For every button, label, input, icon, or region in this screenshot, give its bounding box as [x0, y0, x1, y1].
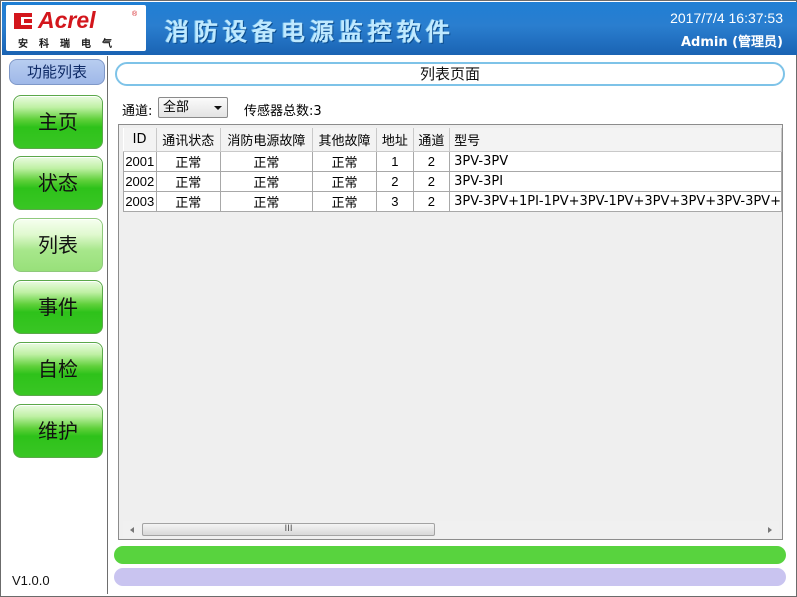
- company-logo: Acrel ® 安科瑞电气: [6, 5, 146, 51]
- acrel-logo-icon: [14, 13, 32, 29]
- cell-other-fault: 正常: [311, 150, 378, 172]
- cell-comm-status: 正常: [155, 170, 221, 192]
- app-header: Acrel ® 安科瑞电气 消防设备电源监控软件 2017/7/4 16:37:…: [2, 2, 797, 55]
- channel-select[interactable]: 全部: [158, 97, 228, 118]
- column-header-comm-status[interactable]: 通讯状态: [156, 128, 221, 152]
- cell-id: 2001: [123, 150, 157, 172]
- logo-chinese-text: 安科瑞电气: [18, 39, 123, 50]
- column-header-model[interactable]: 型号: [449, 128, 782, 152]
- nav-list-button[interactable]: 列表: [13, 218, 103, 272]
- sidebar-title: 功能列表: [9, 59, 105, 85]
- status-bar-green: [114, 546, 786, 564]
- cell-id: 2002: [123, 170, 157, 192]
- nav-status-button[interactable]: 状态: [13, 156, 103, 210]
- cell-channel: 2: [412, 190, 451, 212]
- column-header-id[interactable]: ID: [123, 128, 157, 152]
- app-window: Acrel ® 安科瑞电气 消防设备电源监控软件 2017/7/4 16:37:…: [0, 0, 797, 597]
- scroll-left-arrow-icon[interactable]: [130, 527, 134, 533]
- cell-other-fault: 正常: [311, 170, 378, 192]
- cell-comm-status: 正常: [155, 190, 221, 212]
- cell-address: 1: [376, 150, 414, 172]
- scroll-right-arrow-icon[interactable]: [768, 527, 772, 533]
- app-title: 消防设备电源监控软件: [165, 17, 455, 46]
- table-header-row: ID 通讯状态 消防电源故障 其他故障 地址 通道 型号: [123, 128, 782, 152]
- cell-channel: 2: [412, 170, 451, 192]
- sensor-total-count: 传感器总数:3: [244, 104, 322, 119]
- table-row[interactable]: 2001 正常 正常 正常 1 2 3PV-3PV: [123, 150, 782, 172]
- cell-model: 3PV-3PV: [449, 150, 782, 172]
- column-header-power-fault[interactable]: 消防电源故障: [220, 128, 313, 152]
- cell-model: 3PV-3PI: [449, 170, 782, 192]
- cell-model: 3PV-3PV+1PI-1PV+3PV-1PV+3PV+3PV+3PV-3PV+: [449, 190, 782, 212]
- sensor-table-container: ID 通讯状态 消防电源故障 其他故障 地址 通道 型号 2001 正常 正常 …: [118, 124, 783, 540]
- cell-comm-status: 正常: [155, 150, 221, 172]
- channel-filter-label: 通道:: [122, 104, 153, 119]
- table-row[interactable]: 2002 正常 正常 正常 2 2 3PV-3PI: [123, 170, 782, 192]
- version-label: V1.0.0: [12, 573, 50, 588]
- logo-text: Acrel: [38, 7, 96, 33]
- cell-address: 2: [376, 170, 414, 192]
- status-bar-lavender: [114, 568, 786, 586]
- cell-channel: 2: [412, 150, 451, 172]
- current-user: Admin (管理员): [680, 35, 783, 50]
- scrollbar-thumb[interactable]: III: [142, 523, 435, 536]
- cell-id: 2003: [123, 190, 157, 212]
- channel-select-value: 全部: [163, 100, 190, 115]
- nav-events-button[interactable]: 事件: [13, 280, 103, 334]
- nav-selftest-button[interactable]: 自检: [13, 342, 103, 396]
- filter-row: 通道: 全部 传感器总数:3: [122, 97, 782, 119]
- dropdown-arrow-icon: [214, 106, 222, 110]
- horizontal-scrollbar[interactable]: III: [123, 521, 779, 538]
- logo-registered-mark: ®: [132, 11, 138, 18]
- cell-power-fault: 正常: [219, 190, 313, 212]
- current-datetime: 2017/7/4 16:37:53: [670, 10, 783, 26]
- column-header-other-fault[interactable]: 其他故障: [312, 128, 378, 152]
- cell-power-fault: 正常: [219, 170, 313, 192]
- nav-maintenance-button[interactable]: 维护: [13, 404, 103, 458]
- column-header-channel[interactable]: 通道: [413, 128, 451, 152]
- page-title: 列表页面: [115, 62, 785, 86]
- cell-other-fault: 正常: [311, 190, 378, 212]
- column-header-address[interactable]: 地址: [376, 128, 414, 152]
- nav-home-button[interactable]: 主页: [13, 95, 103, 149]
- table-row[interactable]: 2003 正常 正常 正常 3 2 3PV-3PV+1PI-1PV+3PV-1P…: [123, 190, 782, 212]
- sidebar: 功能列表 主页 状态 列表 事件 自检 维护 V1.0.0: [2, 56, 108, 594]
- cell-address: 3: [376, 190, 414, 212]
- sensor-table: ID 通讯状态 消防电源故障 其他故障 地址 通道 型号 2001 正常 正常 …: [123, 128, 782, 212]
- cell-power-fault: 正常: [219, 150, 313, 172]
